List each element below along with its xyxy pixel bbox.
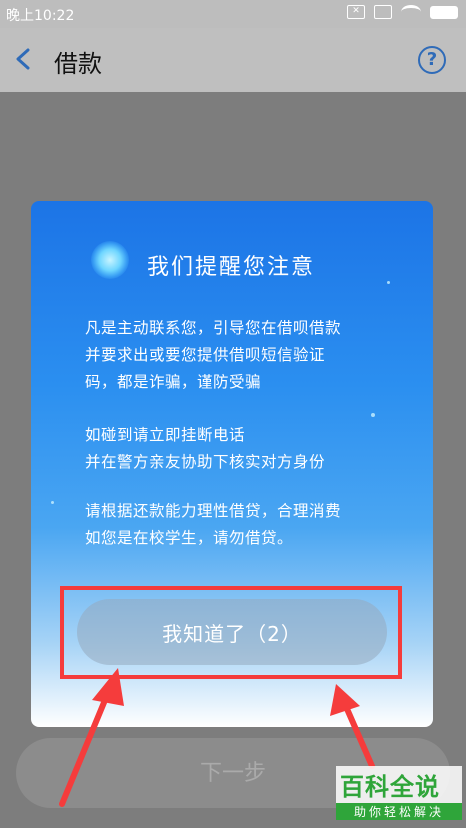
sparkle-decoration <box>51 501 54 504</box>
watermark-subtitle: 助你轻松解决 <box>336 803 462 820</box>
page-title: 借款 <box>54 50 102 78</box>
dialog-title: 我们提醒您注意 <box>147 255 316 280</box>
help-icon[interactable]: ? <box>418 46 446 74</box>
nav-bar: 借款 ? <box>0 28 466 92</box>
paragraph-line: 如您是在校学生，请勿借贷。 <box>85 529 294 547</box>
warning-paragraph-1: 凡是主动联系您，引导您在借呗借款 并要求出或要您提供借呗短信验证 码，都是诈骗，… <box>85 315 341 396</box>
notification-off-icon <box>374 5 392 19</box>
status-time: 晚上10:22 <box>6 8 75 24</box>
highlight-annotation-box <box>60 586 402 679</box>
status-bar: 晚上10:22 ✕ <box>0 0 466 28</box>
paragraph-line: 并要求出或要您提供借呗短信验证 <box>85 346 326 364</box>
sparkle-decoration <box>371 413 375 417</box>
paragraph-line: 并在警方亲友协助下核实对方身份 <box>85 453 326 471</box>
watermark-logo: 百科全说 助你轻松解决 <box>336 766 462 826</box>
wifi-icon <box>401 5 421 19</box>
status-icons: ✕ <box>347 5 458 19</box>
back-arrow-icon[interactable] <box>14 48 32 70</box>
paragraph-line: 如碰到请立即挂断电话 <box>85 426 246 444</box>
paragraph-line: 请根据还款能力理性借贷，合理消费 <box>85 502 342 520</box>
paragraph-line: 码，都是诈骗，谨防受骗 <box>85 373 262 391</box>
paragraph-line: 凡是主动联系您，引导您在借呗借款 <box>85 319 342 337</box>
sim-blocked-icon: ✕ <box>347 5 365 19</box>
warning-paragraph-2: 如碰到请立即挂断电话 并在警方亲友协助下核实对方身份 <box>85 422 325 476</box>
sparkle-decoration <box>387 281 390 284</box>
warning-paragraph-3: 请根据还款能力理性借贷，合理消费 如您是在校学生，请勿借贷。 <box>85 498 341 552</box>
glow-orb-icon <box>91 241 129 279</box>
watermark-title: 百科全说 <box>336 766 462 803</box>
battery-charging-icon <box>430 5 458 19</box>
